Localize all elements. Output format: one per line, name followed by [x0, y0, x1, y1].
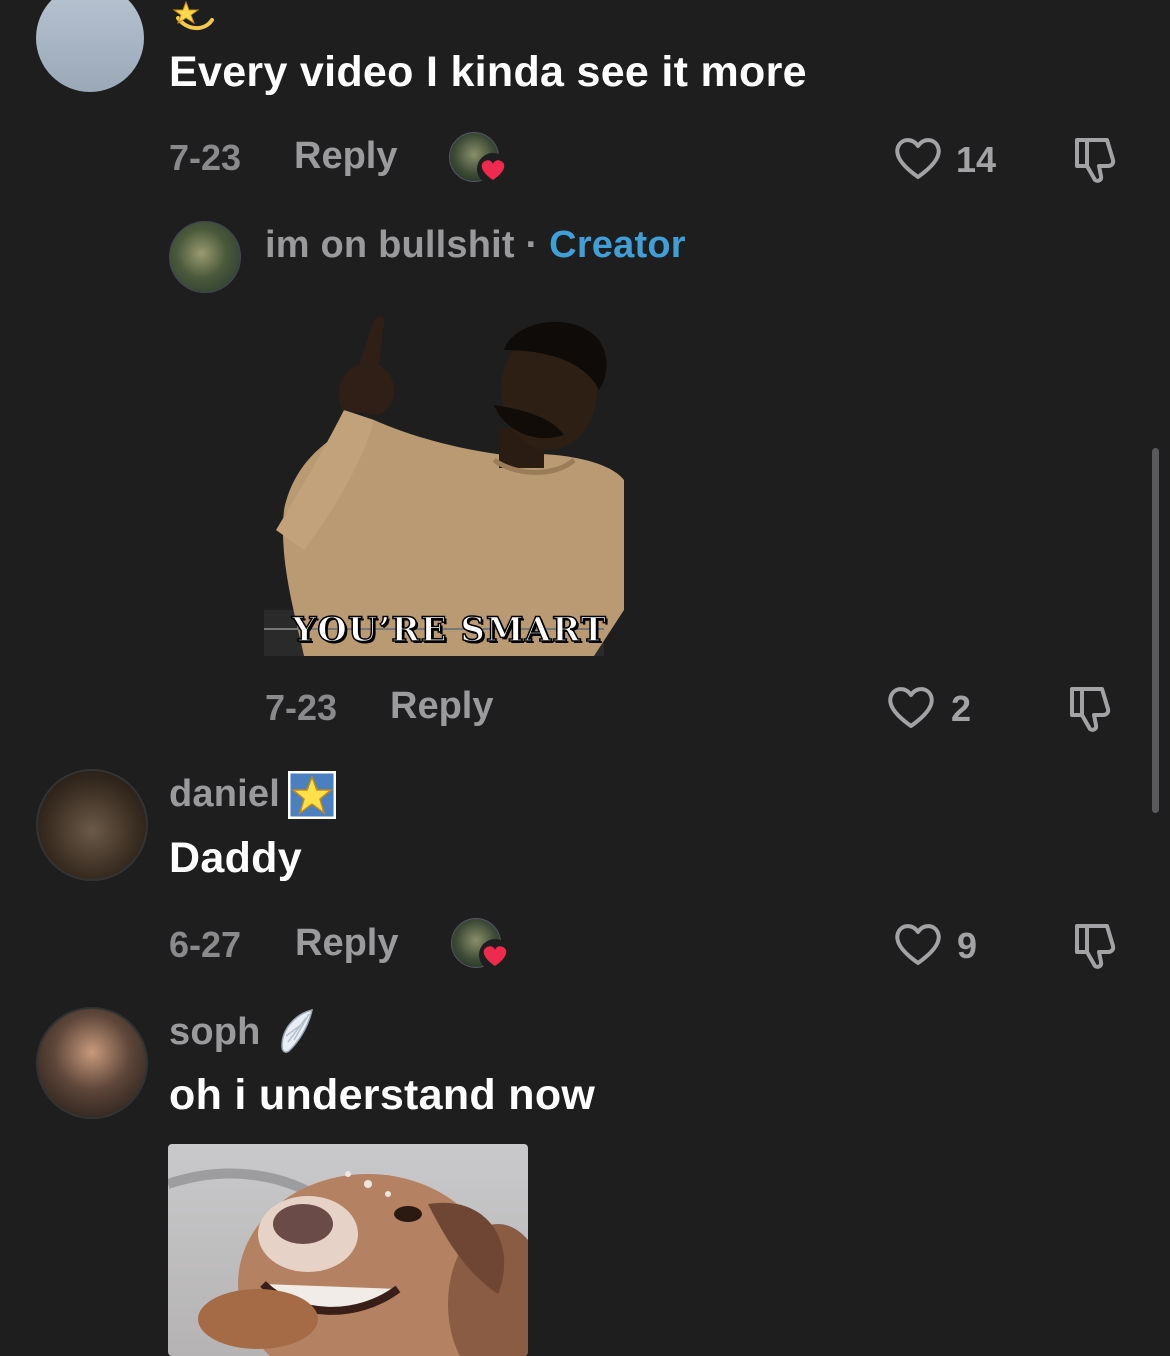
comment-date: 6-27	[169, 924, 242, 965]
heart-outline-icon[interactable]	[892, 134, 944, 182]
avatar[interactable]	[36, 1007, 148, 1119]
comment-image[interactable]	[168, 1144, 528, 1356]
comment-text: oh i understand now	[169, 1071, 596, 1119]
dislike-icon[interactable]	[1071, 920, 1125, 970]
heart-outline-icon[interactable]	[885, 683, 937, 731]
comment-text: Daddy	[169, 834, 302, 882]
sticker-image[interactable]: YOU’RE SMART	[264, 310, 626, 656]
reply-date: 7-23	[265, 687, 338, 728]
username-text[interactable]: daniel	[169, 773, 280, 815]
reply-button[interactable]: Reply	[295, 922, 398, 965]
star-emoji-icon	[288, 771, 336, 819]
comment-username[interactable]: soph	[169, 1011, 261, 1054]
dislike-icon[interactable]	[1071, 134, 1125, 184]
heart-filled-icon	[475, 152, 511, 186]
avatar[interactable]	[36, 769, 148, 881]
shooting-star-emoji-icon	[172, 0, 218, 34]
scrollbar[interactable]	[1152, 448, 1159, 813]
creator-liked-badge	[449, 132, 513, 186]
comment-username[interactable]: daniel	[169, 773, 280, 816]
reply-username[interactable]: im on bullshit · Creator	[265, 224, 686, 267]
creator-avatar[interactable]	[169, 221, 241, 293]
username-text[interactable]: soph	[169, 1011, 261, 1053]
comment-text: Every video I kinda see it more	[169, 48, 807, 96]
like-count: 14	[956, 139, 997, 180]
separator: ·	[514, 224, 550, 266]
sticker-caption: YOU’RE SMART	[291, 609, 607, 651]
dislike-icon[interactable]	[1066, 683, 1120, 733]
avatar[interactable]	[36, 0, 144, 92]
reply-button[interactable]: Reply	[294, 135, 397, 178]
comment-date: 7-23	[169, 137, 242, 178]
heart-filled-icon	[477, 938, 513, 972]
reply-username-text[interactable]: im on bullshit	[265, 224, 515, 266]
creator-badge: Creator	[549, 224, 686, 266]
like-count: 9	[957, 925, 978, 966]
heart-outline-icon[interactable]	[892, 920, 944, 968]
creator-liked-badge	[451, 918, 515, 972]
angel-wing-emoji-icon	[276, 1006, 316, 1056]
like-count: 2	[951, 688, 972, 729]
reply-button[interactable]: Reply	[390, 685, 493, 728]
